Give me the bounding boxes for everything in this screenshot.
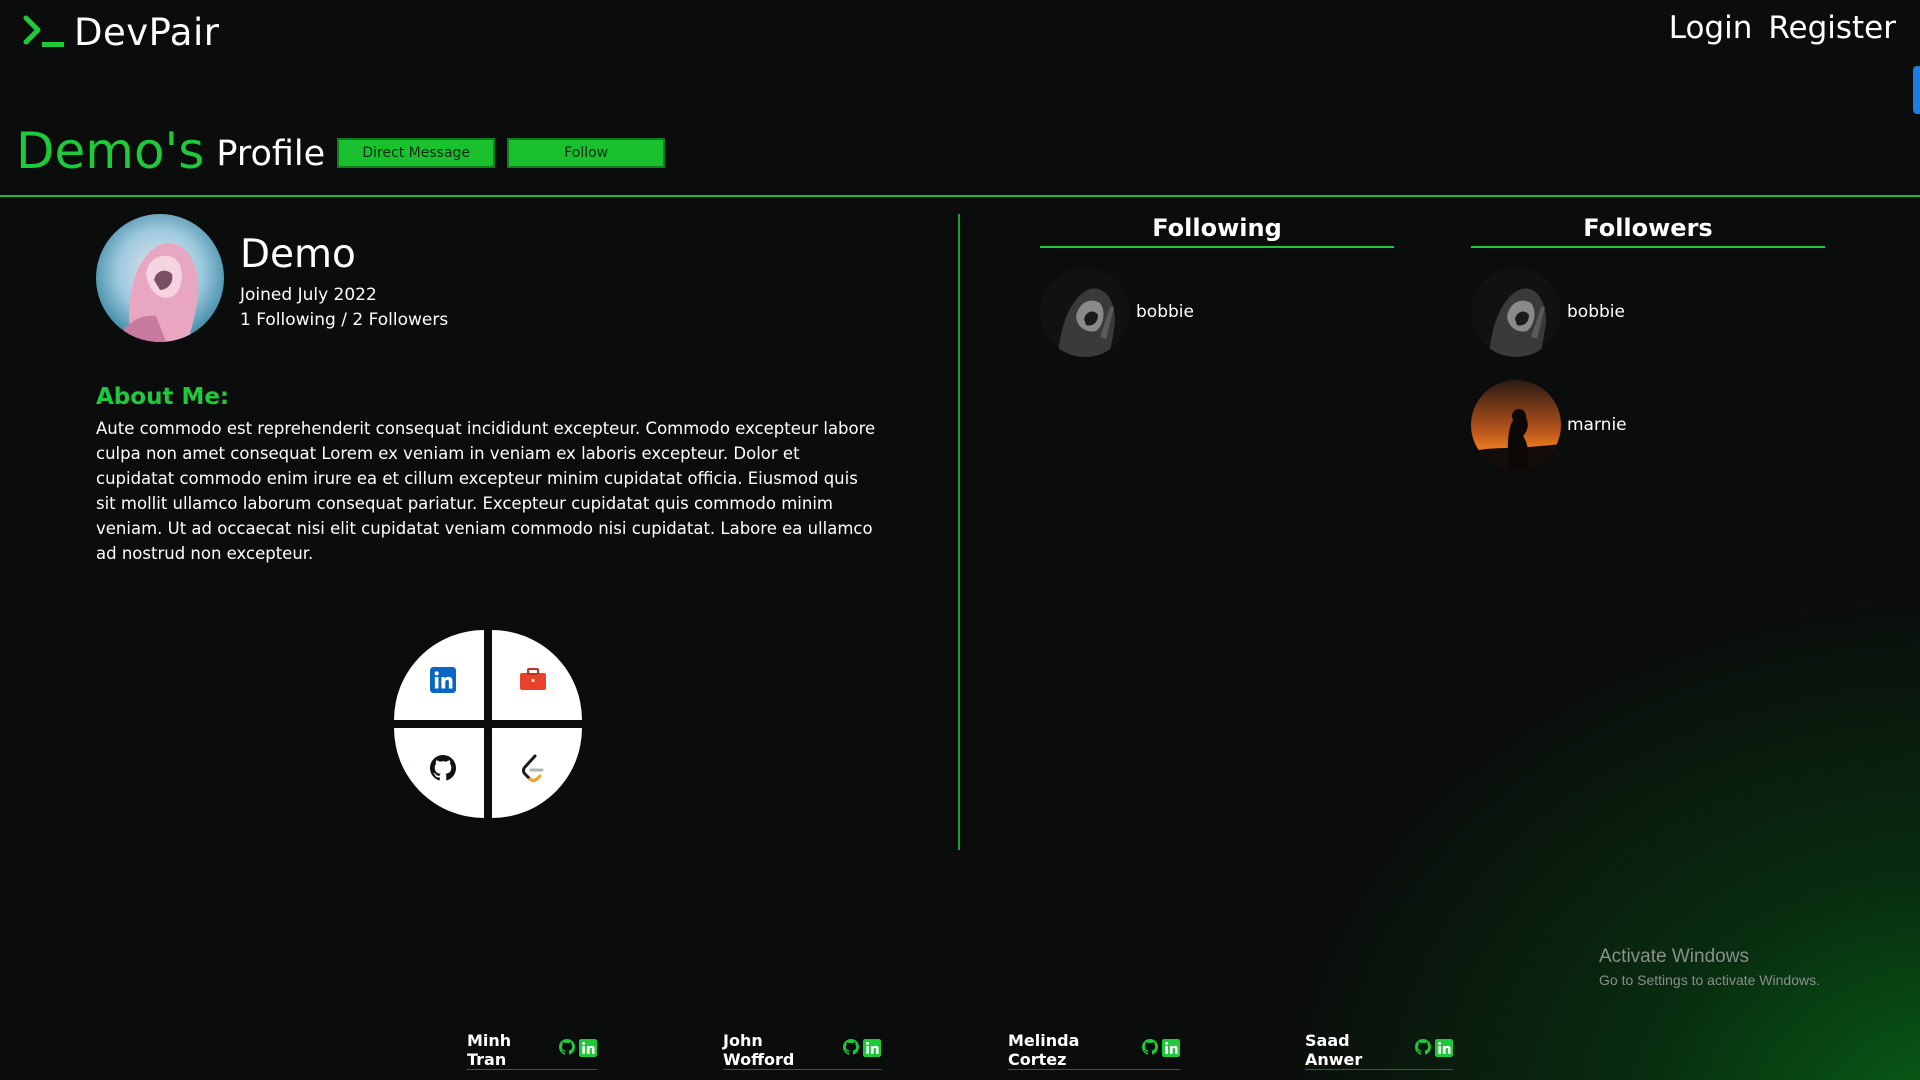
activation-watermark-subtitle: Go to Settings to activate Windows. <box>1599 972 1820 988</box>
terminal-prompt-icon <box>23 15 64 47</box>
linkedin-icon[interactable] <box>863 1039 881 1057</box>
linkedin-icon[interactable] <box>1162 1039 1180 1057</box>
activation-watermark-title: Activate Windows <box>1599 946 1749 967</box>
footer-contributor: Minh Tran <box>467 1030 597 1070</box>
joined-date: Joined July 2022 <box>240 285 377 305</box>
github-icon[interactable] <box>559 1039 575 1057</box>
top-navbar: DevPair Login Register <box>0 0 1920 64</box>
follow-button[interactable]: Follow <box>507 138 666 168</box>
contributor-name: Saad Anwer <box>1305 1030 1363 1069</box>
github-icon[interactable] <box>1142 1039 1158 1057</box>
portfolio-link[interactable] <box>492 630 582 720</box>
brand-logo[interactable]: DevPair <box>22 8 219 56</box>
profile-title-suffix: Profile <box>216 134 326 174</box>
profile-avatar <box>96 214 224 342</box>
followers-heading: Followers <box>1471 214 1825 248</box>
brand-name: DevPair <box>74 10 220 54</box>
leetcode-link[interactable] <box>492 728 582 818</box>
portfolio-briefcase-icon <box>520 668 546 690</box>
login-link[interactable]: Login <box>1669 10 1753 46</box>
profile-title-row: Demo's Profile Direct Message Follow <box>16 120 666 182</box>
about-heading: About Me: <box>96 384 230 410</box>
header-divider <box>0 195 1920 197</box>
leetcode-icon <box>522 754 544 782</box>
user-name: bobbie <box>1136 302 1194 322</box>
linkedin-link[interactable] <box>394 630 484 720</box>
footer-contributor: Melinda Cortez <box>1008 1030 1180 1070</box>
contributor-name: John Wofford <box>723 1030 795 1069</box>
user-avatar <box>1471 267 1561 357</box>
user-avatar <box>1040 267 1130 357</box>
following-heading: Following <box>1040 214 1394 248</box>
linkedin-icon[interactable] <box>1435 1039 1453 1057</box>
linkedin-icon <box>430 667 456 693</box>
contributor-name: Minh Tran <box>467 1030 512 1069</box>
contributor-name: Melinda Cortez <box>1008 1030 1080 1069</box>
github-link[interactable] <box>394 728 484 818</box>
profile-owner-name: Demo's <box>16 122 205 180</box>
side-edge-tab[interactable] <box>1913 66 1920 114</box>
github-icon <box>430 755 456 781</box>
auth-nav: Login Register <box>1669 10 1896 46</box>
user-avatar <box>1471 380 1561 470</box>
follower-user-item[interactable]: marnie <box>1471 380 1627 470</box>
user-name: bobbie <box>1567 302 1625 322</box>
follower-user-item[interactable]: bobbie <box>1471 267 1625 357</box>
column-divider <box>958 214 960 850</box>
following-user-item[interactable]: bobbie <box>1040 267 1194 357</box>
user-name: marnie <box>1567 415 1627 435</box>
github-icon[interactable] <box>843 1039 859 1057</box>
github-icon[interactable] <box>1415 1039 1431 1057</box>
register-link[interactable]: Register <box>1768 10 1896 46</box>
user-display-name: Demo <box>240 232 356 277</box>
footer-contributor: Saad Anwer <box>1305 1030 1453 1070</box>
follow-counts: 1 Following / 2 Followers <box>240 310 449 330</box>
linkedin-icon[interactable] <box>579 1039 597 1057</box>
about-text: Aute commodo est reprehenderit consequat… <box>96 419 876 563</box>
social-links <box>394 630 582 818</box>
direct-message-button[interactable]: Direct Message <box>337 138 496 168</box>
footer-contributor: John Wofford <box>723 1030 881 1070</box>
